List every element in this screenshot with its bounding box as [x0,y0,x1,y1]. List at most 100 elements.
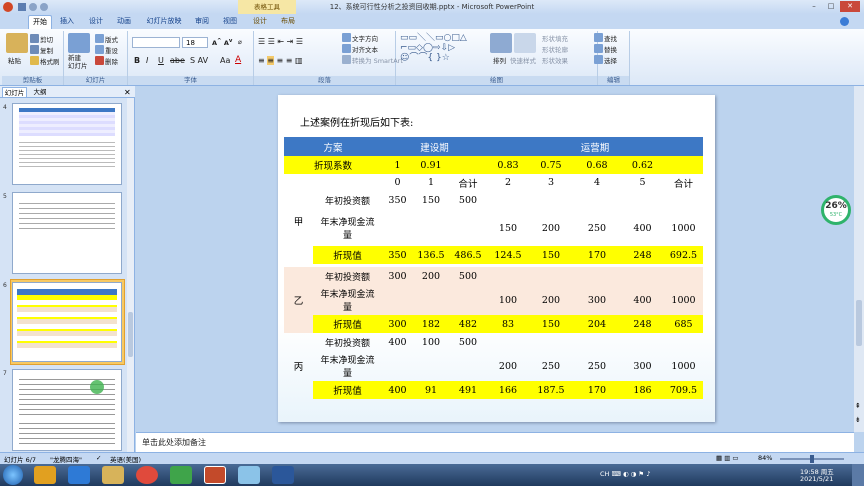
tray-icons[interactable]: CH ⌨ ◐ ◑ ⚑ ♪ [600,470,650,478]
taskbar-ie-icon[interactable] [68,466,90,484]
show-desktop-button[interactable] [852,464,864,486]
arrange-icon[interactable] [490,33,512,53]
reset-button[interactable]: 重设 [105,45,118,55]
undo-icon[interactable] [29,3,37,11]
tab-review[interactable]: 审阅 [190,15,214,29]
close-button[interactable]: ✕ [840,1,860,12]
notes-pane[interactable] [136,432,854,452]
text-direction-icon[interactable] [342,33,351,42]
format-painter-button[interactable]: 格式刷 [40,56,60,66]
maximize-button[interactable]: □ [823,1,839,12]
shape-outline-button[interactable]: 形状轮廓 [542,44,568,54]
slide-thumbnail-7[interactable] [12,369,122,451]
taskbar-app2-icon[interactable] [170,466,192,484]
taskbar-app-icon[interactable] [34,466,56,484]
taskbar-chrome-icon[interactable] [136,466,158,484]
select-icon[interactable] [594,55,603,64]
paste-label[interactable]: 粘贴 [8,55,21,65]
close-panel-icon[interactable]: ✕ [124,88,131,97]
notes-placeholder[interactable]: 单击此处添加备注 [142,437,206,448]
smartart-icon[interactable] [342,55,351,64]
save-icon[interactable] [18,3,26,11]
find-icon[interactable] [594,33,603,42]
system-monitor-widget[interactable]: 26% 53°C [821,195,851,225]
select-button[interactable]: 选择 [604,55,617,65]
bullets-icon[interactable]: ☰ ☰ ⇤ ⇥ ☰ [258,37,303,46]
quick-styles-icon[interactable] [514,33,536,53]
editor-scrollbar[interactable] [854,86,864,432]
taskbar-powerpoint-icon[interactable] [204,466,226,484]
new-slide-button[interactable]: 新建 幻灯片 [68,54,88,70]
shapes-gallery-icon[interactable]: ▭▭＼＼▭○□△ ⌐▭◇◯⇨⇩▷ ☺⌒⌒{ }☆ [400,33,482,63]
prev-slide-icon[interactable]: ⇞ [855,402,861,410]
tab-outline[interactable]: 大纲 [30,87,50,98]
office-button-icon[interactable] [3,2,13,12]
taskbar-app3-icon[interactable] [238,466,260,484]
tab-home[interactable]: 开始 [28,15,52,29]
delete-icon[interactable] [95,56,104,65]
italic-icon[interactable]: I [146,56,148,65]
strikethrough-icon[interactable]: abe [170,56,185,65]
discount-table[interactable]: 方案 建设期 运营期 折现系数 1 0.91 0.83 0.75 0.68 0.… [284,137,703,399]
font-name-select[interactable] [132,37,180,48]
change-case-icon[interactable]: Aa [220,56,230,65]
clock-date[interactable]: 2021/5/21 [800,475,833,483]
redo-icon[interactable] [40,3,48,11]
shape-effects-button[interactable]: 形状效果 [542,55,568,65]
find-button[interactable]: 查找 [604,33,617,43]
copy-button[interactable]: 复制 [40,45,53,55]
paste-icon[interactable] [6,33,28,53]
slide-thumbnail-4[interactable] [12,103,122,185]
editor-scroll-thumb[interactable] [856,300,862,346]
shape-fill-button[interactable]: 形状填充 [542,33,568,43]
cut-button[interactable]: 剪切 [40,34,53,44]
font-size-select[interactable]: 18 [182,37,208,48]
tab-slides[interactable]: 幻灯片 [2,87,27,98]
tab-view[interactable]: 视图 [218,15,242,29]
taskbar-explorer-icon[interactable] [102,466,124,484]
copy-icon[interactable] [30,45,39,54]
clear-format-icon[interactable]: ⌀ [238,38,242,46]
start-button-icon[interactable] [3,465,23,485]
arrange-button[interactable]: 排列 [493,55,506,65]
quick-styles-button[interactable]: 快速样式 [510,55,536,65]
slide-title[interactable]: 上述案例在折现后如下表: [300,114,413,129]
char-spacing-icon[interactable]: S AV [190,56,208,65]
delete-button[interactable]: 删除 [105,56,118,66]
slides-panel-scroll-thumb[interactable] [128,312,133,357]
tab-animation[interactable]: 动画 [112,15,136,29]
format-painter-icon[interactable] [30,56,39,65]
slide-thumbnail-5[interactable] [12,192,122,274]
language-indicator[interactable]: 英语(美国) [110,454,141,464]
text-direction-button[interactable]: 文字方向 [352,33,378,43]
spell-check-icon[interactable]: ✓ [96,454,101,462]
tab-slideshow[interactable]: 幻灯片放映 [144,15,184,29]
cut-icon[interactable] [30,34,39,43]
bold-icon[interactable]: B [134,56,140,65]
next-slide-icon[interactable]: ⇟ [855,416,861,424]
align-text-button[interactable]: 对齐文本 [352,44,378,54]
layout-icon[interactable] [95,34,104,43]
help-icon[interactable] [840,17,849,26]
tab-table-design[interactable]: 设计 [248,15,272,29]
slide-thumbnail-6[interactable] [12,282,122,362]
zoom-level[interactable]: 84% [758,454,772,462]
minimize-button[interactable]: – [806,1,822,12]
tab-design[interactable]: 设计 [84,15,108,29]
tab-table-layout[interactable]: 布局 [276,15,300,29]
slides-panel-scrollbar[interactable] [127,98,134,453]
grow-font-icon[interactable]: A^ Av [212,38,232,47]
align-buttons-icon[interactable]: ≡ ≡ ≡ ≡ ▥ [258,56,303,65]
tab-insert[interactable]: 插入 [56,15,78,29]
replace-button[interactable]: 替换 [604,44,617,54]
underline-icon[interactable]: U [158,56,164,65]
view-buttons-icon[interactable]: ▦ ▥ ▭ [716,454,739,462]
zoom-slider-thumb[interactable] [810,455,814,463]
new-slide-icon[interactable] [68,33,90,53]
layout-button[interactable]: 版式 [105,34,118,44]
replace-icon[interactable] [594,44,603,53]
font-color-icon[interactable]: A [235,55,241,65]
reset-icon[interactable] [95,45,104,54]
taskbar-app4-icon[interactable] [272,466,294,484]
align-text-icon[interactable] [342,44,351,53]
